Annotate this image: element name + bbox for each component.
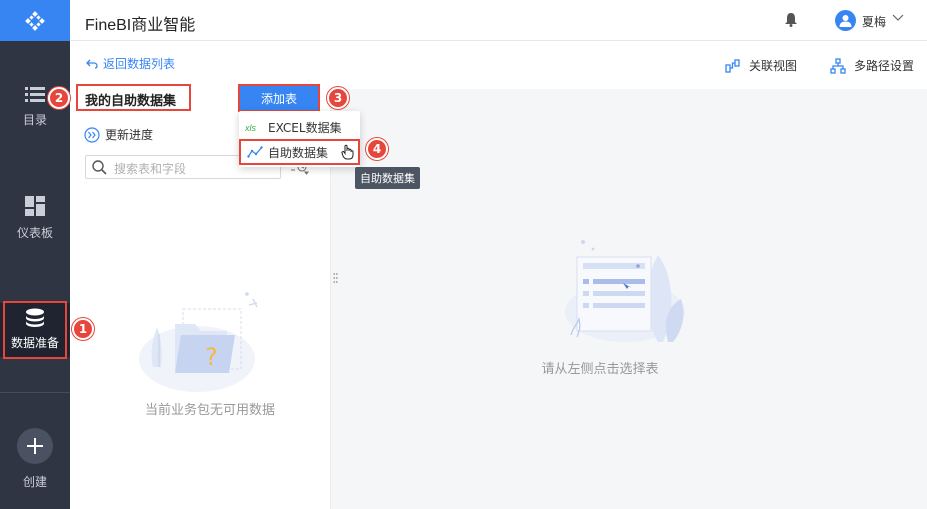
panel-splitter-handle[interactable] — [333, 272, 338, 284]
hand-cursor-icon — [341, 144, 354, 160]
update-progress-icon — [84, 126, 100, 143]
bell-icon[interactable] — [785, 13, 797, 27]
left-nav: 目录 仪表板 数据准备 创建 — [0, 0, 70, 509]
username[interactable]: 夏梅 — [862, 13, 886, 30]
self-dataset-tooltip: 自助数据集 — [355, 167, 420, 189]
svg-text:?: ? — [205, 343, 218, 371]
chevron-down-icon[interactable] — [892, 14, 904, 22]
empty-table-illustration — [565, 240, 685, 342]
app-title: FineBI商业智能 — [85, 17, 196, 34]
dashboard-icon — [25, 196, 45, 216]
menu-item-excel-dataset[interactable]: xls EXCEL数据集 — [239, 114, 360, 140]
nav-label-dashboard: 仪表板 — [16, 226, 53, 240]
back-link-label: 返回数据列表 — [103, 57, 176, 71]
step-badge-4: 4 — [366, 138, 388, 160]
update-progress-button[interactable]: 更新进度 — [84, 126, 153, 143]
highlight-frame-step-1 — [3, 301, 67, 359]
list-icon — [25, 87, 45, 102]
back-to-list-link[interactable]: 返回数据列表 — [86, 55, 175, 72]
multipath-settings-button[interactable]: 多路径设置 — [830, 57, 914, 74]
plus-icon — [27, 438, 43, 454]
nav-label-create: 创建 — [22, 475, 47, 489]
nav-item-dashboard[interactable]: 仪表板 — [0, 196, 70, 241]
self-dataset-label: 自助数据集 — [268, 145, 329, 160]
xls-icon: xls — [245, 123, 256, 133]
avatar[interactable] — [835, 10, 856, 31]
top-header: FineBI商业智能 夏梅 — [70, 0, 927, 41]
step-badge-2: 2 — [48, 87, 70, 109]
search-placeholder: 搜索表和字段 — [114, 162, 187, 176]
excel-dataset-label: EXCEL数据集 — [268, 120, 342, 135]
sub-toolbar: 返回数据列表 关联视图 多路径设置 — [70, 41, 927, 89]
self-dataset-icon — [247, 146, 263, 158]
user-icon — [839, 15, 852, 27]
menu-item-self-dataset[interactable]: 自助数据集 — [239, 139, 360, 165]
relation-view-icon — [725, 58, 740, 73]
left-empty-text: 当前业务包无可用数据 — [144, 403, 275, 418]
update-progress-label: 更新进度 — [105, 128, 154, 142]
step-badge-1: 1 — [72, 318, 94, 340]
main-empty-text: 请从左侧点击选择表 — [541, 362, 659, 377]
nav-label-catalog: 目录 — [22, 113, 47, 127]
multipath-label: 多路径设置 — [854, 59, 915, 73]
multipath-icon — [830, 57, 846, 74]
relation-view-button[interactable]: 关联视图 — [725, 57, 797, 74]
create-button[interactable] — [17, 428, 53, 464]
empty-folder-illustration: ? — [139, 292, 258, 392]
logo-icon — [25, 10, 45, 31]
nav-divider — [0, 392, 70, 393]
panel-title: 我的自助数据集 — [76, 84, 191, 111]
nav-item-create[interactable]: 创建 — [0, 428, 70, 490]
step-badge-3: 3 — [327, 87, 349, 109]
logo[interactable] — [0, 0, 70, 41]
search-icon — [92, 160, 107, 175]
add-table-menu: xls EXCEL数据集 自助数据集 — [239, 111, 360, 167]
relation-view-label: 关联视图 — [749, 59, 798, 73]
svg-text:xls: xls — [245, 123, 256, 133]
back-arrow-icon — [86, 59, 98, 69]
main-canvas: 请从左侧点击选择表 — [331, 89, 927, 509]
add-table-button[interactable]: 添加表 — [238, 84, 320, 112]
